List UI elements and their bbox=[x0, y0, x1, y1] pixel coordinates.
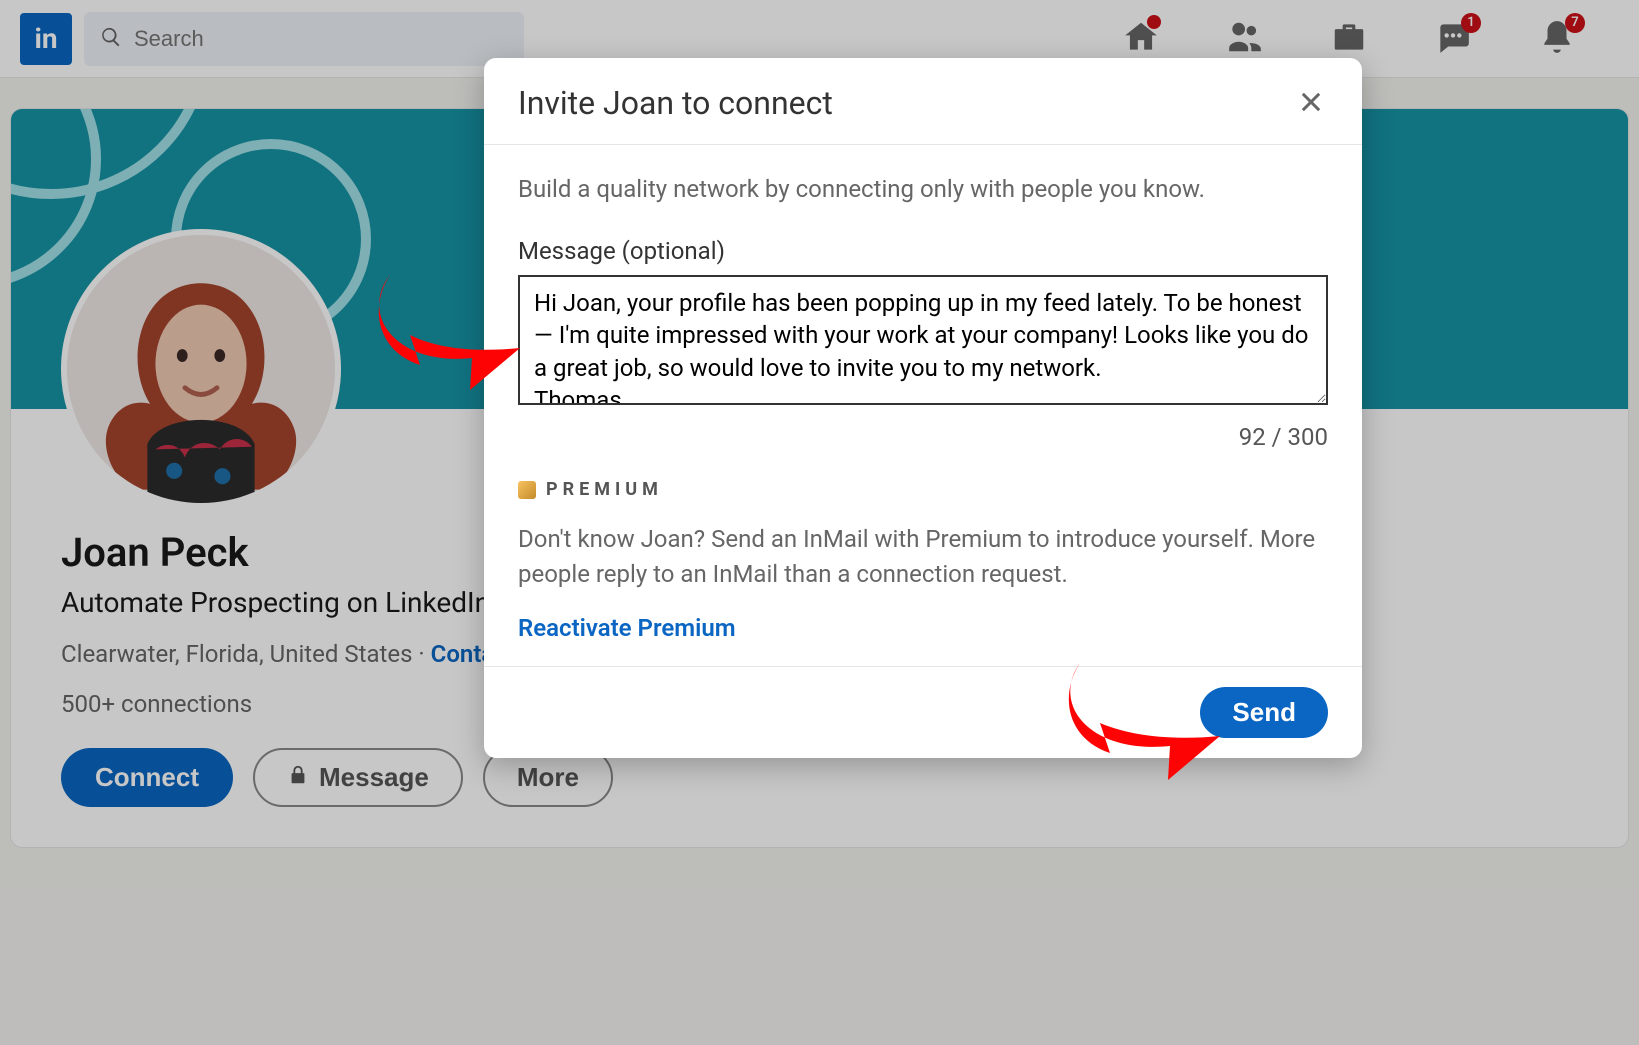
close-button[interactable] bbox=[1294, 86, 1328, 120]
reactivate-premium-link[interactable]: Reactivate Premium bbox=[518, 614, 736, 642]
premium-icon bbox=[518, 481, 536, 499]
premium-label: PREMIUM bbox=[518, 479, 1328, 500]
char-count: 92 / 300 bbox=[518, 423, 1328, 451]
premium-tip: Don't know Joan? Send an InMail with Pre… bbox=[518, 522, 1328, 592]
premium-label-text: PREMIUM bbox=[546, 479, 663, 500]
invite-modal: Invite Joan to connect Build a quality n… bbox=[484, 58, 1362, 758]
message-label: Message (optional) bbox=[518, 237, 1328, 265]
message-textarea[interactable] bbox=[518, 275, 1328, 405]
modal-tip: Build a quality network by connecting on… bbox=[518, 175, 1328, 203]
modal-title: Invite Joan to connect bbox=[518, 84, 833, 122]
close-icon bbox=[1297, 88, 1325, 119]
send-button[interactable]: Send bbox=[1200, 687, 1328, 738]
